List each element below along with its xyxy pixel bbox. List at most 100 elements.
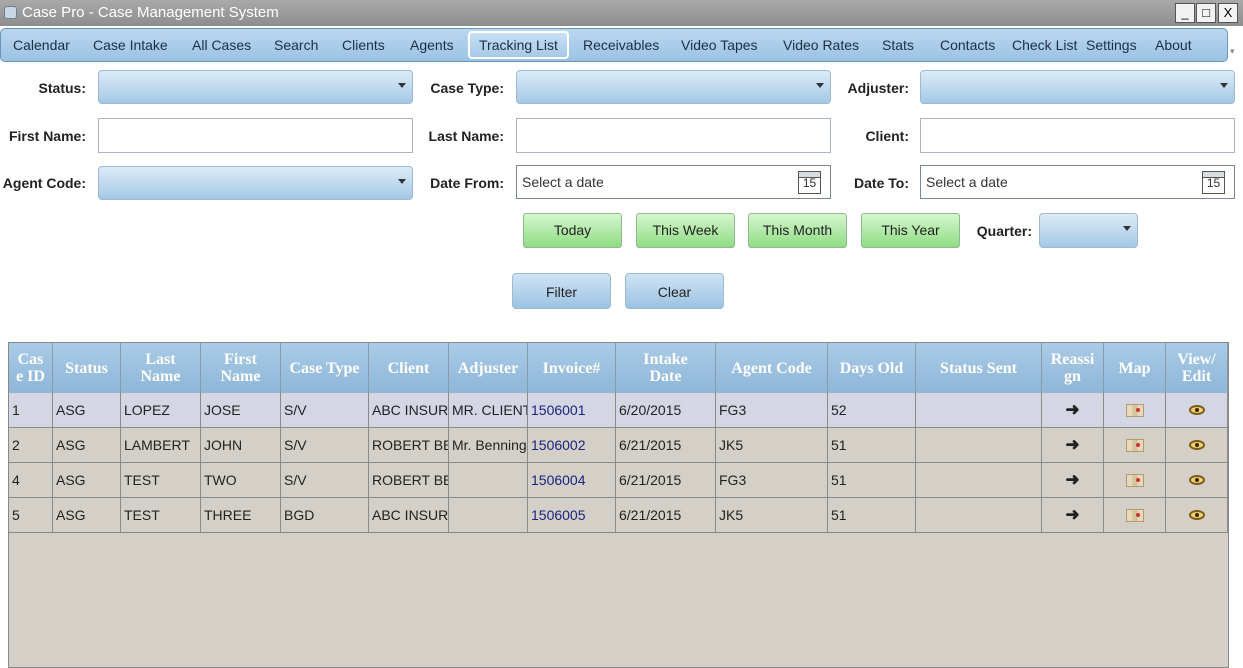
map-icon[interactable]	[1125, 439, 1144, 452]
arrow-icon[interactable]: ➜	[1065, 400, 1079, 419]
menu-video-rates[interactable]: Video Rates	[783, 29, 859, 61]
table-row[interactable]: 2ASGLAMBERTJOHNS/VROBERT BENNINGMr. Benn…	[9, 428, 1228, 463]
col-header-first-name[interactable]: First Name	[201, 343, 281, 393]
menu-agents[interactable]: Agents	[410, 29, 454, 61]
cell-case-id: 5	[9, 498, 53, 532]
last-name-input[interactable]	[516, 118, 831, 153]
cell-reassign[interactable]: ➜	[1042, 498, 1104, 532]
menu-contacts[interactable]: Contacts	[940, 29, 995, 61]
col-header-text: Last Name	[140, 351, 181, 385]
col-header-days-old[interactable]: Days Old	[828, 343, 916, 393]
date-from-placeholder: Select a date	[522, 174, 604, 190]
minimize-button[interactable]: _	[1175, 3, 1195, 23]
menu-check-list[interactable]: Check List	[1012, 29, 1077, 61]
eye-icon[interactable]	[1188, 475, 1205, 485]
menu-case-intake[interactable]: Case Intake	[93, 29, 168, 61]
cell-case-type: S/V	[281, 428, 369, 462]
today-button[interactable]: Today	[523, 213, 622, 248]
eye-icon[interactable]	[1188, 440, 1205, 450]
col-header-view-edit[interactable]: View/ Edit	[1166, 343, 1228, 393]
col-header-reassign[interactable]: Reassi gn	[1042, 343, 1104, 393]
quarter-dropdown[interactable]	[1039, 213, 1138, 248]
date-to-picker[interactable]: Select a date 15	[920, 165, 1235, 199]
agent-code-dropdown[interactable]	[98, 166, 413, 200]
date-from-picker[interactable]: Select a date 15	[516, 165, 831, 199]
col-header-status[interactable]: Status	[53, 343, 121, 393]
arrow-icon[interactable]: ➜	[1065, 435, 1079, 454]
cell-client: ABC INSURANCE	[369, 498, 449, 532]
case-type-dropdown[interactable]	[516, 70, 831, 104]
cell-reassign[interactable]: ➜	[1042, 463, 1104, 497]
menu-all-cases[interactable]: All Cases	[192, 29, 251, 61]
first-name-input[interactable]	[98, 118, 413, 153]
cell-view-edit[interactable]	[1166, 498, 1228, 532]
col-header-agent-code[interactable]: Agent Code	[716, 343, 828, 393]
cell-case-id: 2	[9, 428, 53, 462]
title-bar: Case Pro - Case Management System	[0, 0, 1243, 26]
menu-about[interactable]: About	[1155, 29, 1192, 61]
table-row[interactable]: 5ASGTESTTHREEBGDABC INSURANCE 15060056/21…	[9, 498, 1228, 533]
cell-first-name: JOSE	[201, 393, 281, 427]
cell-invoice[interactable]: 1506001	[528, 393, 616, 427]
calendar-icon[interactable]: 15	[798, 171, 821, 194]
status-dropdown[interactable]	[98, 70, 413, 104]
cell-first-name: THREE	[201, 498, 281, 532]
menu-stats[interactable]: Stats	[882, 29, 914, 61]
col-header-last-name[interactable]: Last Name	[121, 343, 201, 393]
cell-map[interactable]	[1104, 463, 1166, 497]
col-header-case-id[interactable]: Cas e ID	[9, 343, 53, 393]
filter-button[interactable]: Filter	[512, 273, 611, 309]
arrow-icon[interactable]: ➜	[1065, 505, 1079, 524]
cell-status-sent	[916, 498, 1042, 532]
cell-view-edit[interactable]	[1166, 393, 1228, 427]
this-year-button[interactable]: This Year	[861, 213, 960, 248]
menu-search[interactable]: Search	[274, 29, 318, 61]
menu-settings[interactable]: Settings	[1086, 29, 1137, 61]
table-row[interactable]: 4ASGTESTTWOS/VROBERT BENNING 15060046/21/…	[9, 463, 1228, 498]
cell-invoice[interactable]: 1506005	[528, 498, 616, 532]
menu-tracking-list[interactable]: Tracking List	[479, 29, 558, 61]
arrow-icon[interactable]: ➜	[1065, 470, 1079, 489]
adjuster-label: Adjuster:	[847, 80, 909, 96]
cell-invoice[interactable]: 1506004	[528, 463, 616, 497]
cell-map[interactable]	[1104, 428, 1166, 462]
cell-map[interactable]	[1104, 393, 1166, 427]
this-week-button[interactable]: This Week	[636, 213, 735, 248]
col-header-map[interactable]: Map	[1104, 343, 1166, 393]
cell-map[interactable]	[1104, 498, 1166, 532]
cell-reassign[interactable]: ➜	[1042, 393, 1104, 427]
col-header-client[interactable]: Client	[369, 343, 449, 393]
map-icon[interactable]	[1125, 509, 1144, 522]
col-header-intake-date[interactable]: Intake Date	[616, 343, 716, 393]
cell-status: ASG	[53, 428, 121, 462]
col-header-adjuster[interactable]: Adjuster	[449, 343, 528, 393]
menu-receivables[interactable]: Receivables	[583, 29, 659, 61]
map-icon[interactable]	[1125, 404, 1144, 417]
map-icon[interactable]	[1125, 474, 1144, 487]
this-month-button[interactable]: This Month	[748, 213, 847, 248]
cell-reassign[interactable]: ➜	[1042, 428, 1104, 462]
adjuster-dropdown[interactable]	[920, 70, 1235, 104]
menu-video-tapes[interactable]: Video Tapes	[681, 29, 758, 61]
maximize-button[interactable]: □	[1196, 3, 1216, 23]
eye-icon[interactable]	[1188, 510, 1205, 520]
close-button[interactable]: X	[1218, 3, 1238, 23]
cell-view-edit[interactable]	[1166, 463, 1228, 497]
cell-invoice[interactable]: 1506002	[528, 428, 616, 462]
calendar-icon[interactable]: 15	[1202, 171, 1225, 194]
col-header-invoice[interactable]: Invoice#	[528, 343, 616, 393]
client-input[interactable]	[920, 118, 1235, 153]
col-header-status-sent[interactable]: Status Sent	[916, 343, 1042, 393]
menu-overflow-icon[interactable]: ▾	[1230, 46, 1235, 57]
clear-button[interactable]: Clear	[625, 273, 724, 309]
eye-icon[interactable]	[1188, 405, 1205, 415]
menu-clients[interactable]: Clients	[342, 29, 385, 61]
cell-days-old: 51	[828, 428, 916, 462]
table-row[interactable]: 1ASGLOPEZJOSES/VABC INSURANCEMR. CLIENT1…	[9, 393, 1228, 428]
col-header-text: Client	[387, 359, 430, 377]
cell-view-edit[interactable]	[1166, 428, 1228, 462]
menu-calendar[interactable]: Calendar	[13, 29, 70, 61]
col-header-case-type[interactable]: Case Type	[281, 343, 369, 393]
col-header-text: Adjuster	[457, 359, 519, 377]
cell-case-type: BGD	[281, 498, 369, 532]
